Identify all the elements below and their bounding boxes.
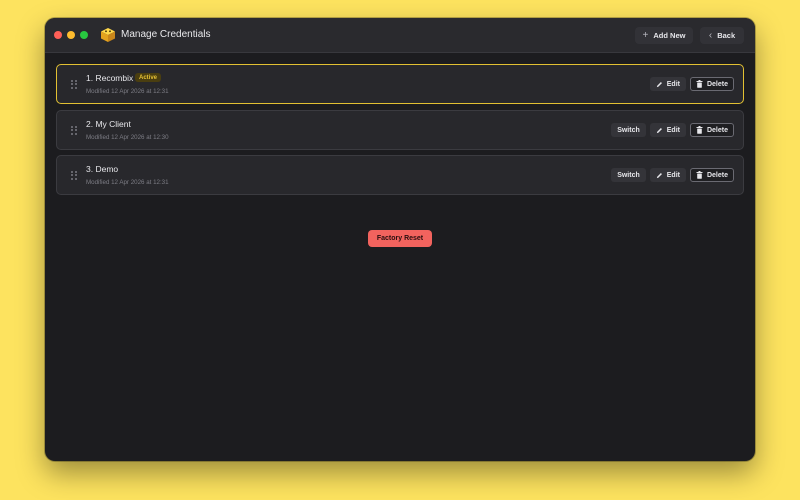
delete-label: Delete (706, 80, 728, 88)
trash-icon (696, 80, 703, 88)
switch-button[interactable]: Switch (611, 168, 646, 182)
credential-name: 1. Recombix (86, 73, 134, 83)
trash-icon (696, 171, 703, 179)
credential-card[interactable]: 1. Recombix Active Modified 12 Apr 2026 … (56, 64, 744, 104)
app-window: Manage Credentials + Add New ‹ Back 1. R… (45, 18, 755, 461)
zoom-window-button[interactable] (80, 31, 88, 39)
edit-button[interactable]: Edit (649, 123, 686, 137)
modified-timestamp: Modified 12 Apr 2026 at 12:30 (86, 134, 169, 141)
credential-card[interactable]: 3. Demo Modified 12 Apr 2026 at 12:31 Sw… (56, 155, 744, 195)
delete-label: Delete (706, 171, 728, 179)
credential-card[interactable]: 2. My Client Modified 12 Apr 2026 at 12:… (56, 110, 744, 150)
card-actions: Switch Edit Delete (611, 168, 734, 182)
drag-handle-icon[interactable] (71, 80, 77, 89)
delete-button[interactable]: Delete (689, 168, 734, 182)
add-new-label: Add New (653, 31, 686, 40)
add-new-button[interactable]: + Add New (635, 27, 693, 44)
edit-button[interactable]: Edit (649, 168, 686, 182)
card-actions: Edit Delete (649, 77, 734, 91)
delete-button[interactable]: Delete (689, 77, 734, 91)
window-controls (54, 31, 88, 39)
switch-label: Switch (617, 171, 640, 179)
delete-label: Delete (706, 126, 728, 134)
credential-name: 2. My Client (86, 119, 131, 129)
delete-button[interactable]: Delete (689, 123, 734, 137)
drag-handle-icon[interactable] (71, 126, 77, 135)
edit-label: Edit (666, 80, 680, 88)
modified-timestamp: Modified 12 Apr 2026 at 12:31 (86, 179, 169, 186)
close-window-button[interactable] (54, 31, 62, 39)
pencil-icon (656, 81, 662, 87)
back-label: Back (717, 31, 736, 40)
edit-label: Edit (666, 171, 680, 179)
title-bar: Manage Credentials + Add New ‹ Back (45, 18, 755, 53)
pencil-icon (656, 172, 662, 178)
back-button[interactable]: ‹ Back (700, 27, 744, 44)
minimize-window-button[interactable] (67, 31, 75, 39)
pencil-icon (656, 127, 662, 133)
modified-timestamp: Modified 12 Apr 2026 at 12:31 (86, 88, 169, 95)
edit-label: Edit (666, 126, 680, 134)
edit-button[interactable]: Edit (649, 77, 686, 91)
credential-name: 3. Demo (86, 164, 119, 174)
window-title: Manage Credentials (121, 29, 211, 40)
drag-handle-icon[interactable] (71, 171, 77, 180)
switch-label: Switch (617, 126, 640, 134)
credentials-list: 1. Recombix Active Modified 12 Apr 2026 … (45, 54, 755, 461)
active-badge: Active (135, 73, 162, 82)
trash-icon (696, 126, 703, 134)
factory-reset-button[interactable]: Factory Reset (368, 230, 432, 247)
chevron-left-icon: ‹ (708, 29, 713, 41)
yellow-cube-icon (101, 28, 115, 42)
plus-icon: + (642, 29, 649, 41)
switch-button[interactable]: Switch (611, 123, 646, 137)
card-actions: Switch Edit Delete (611, 123, 734, 137)
